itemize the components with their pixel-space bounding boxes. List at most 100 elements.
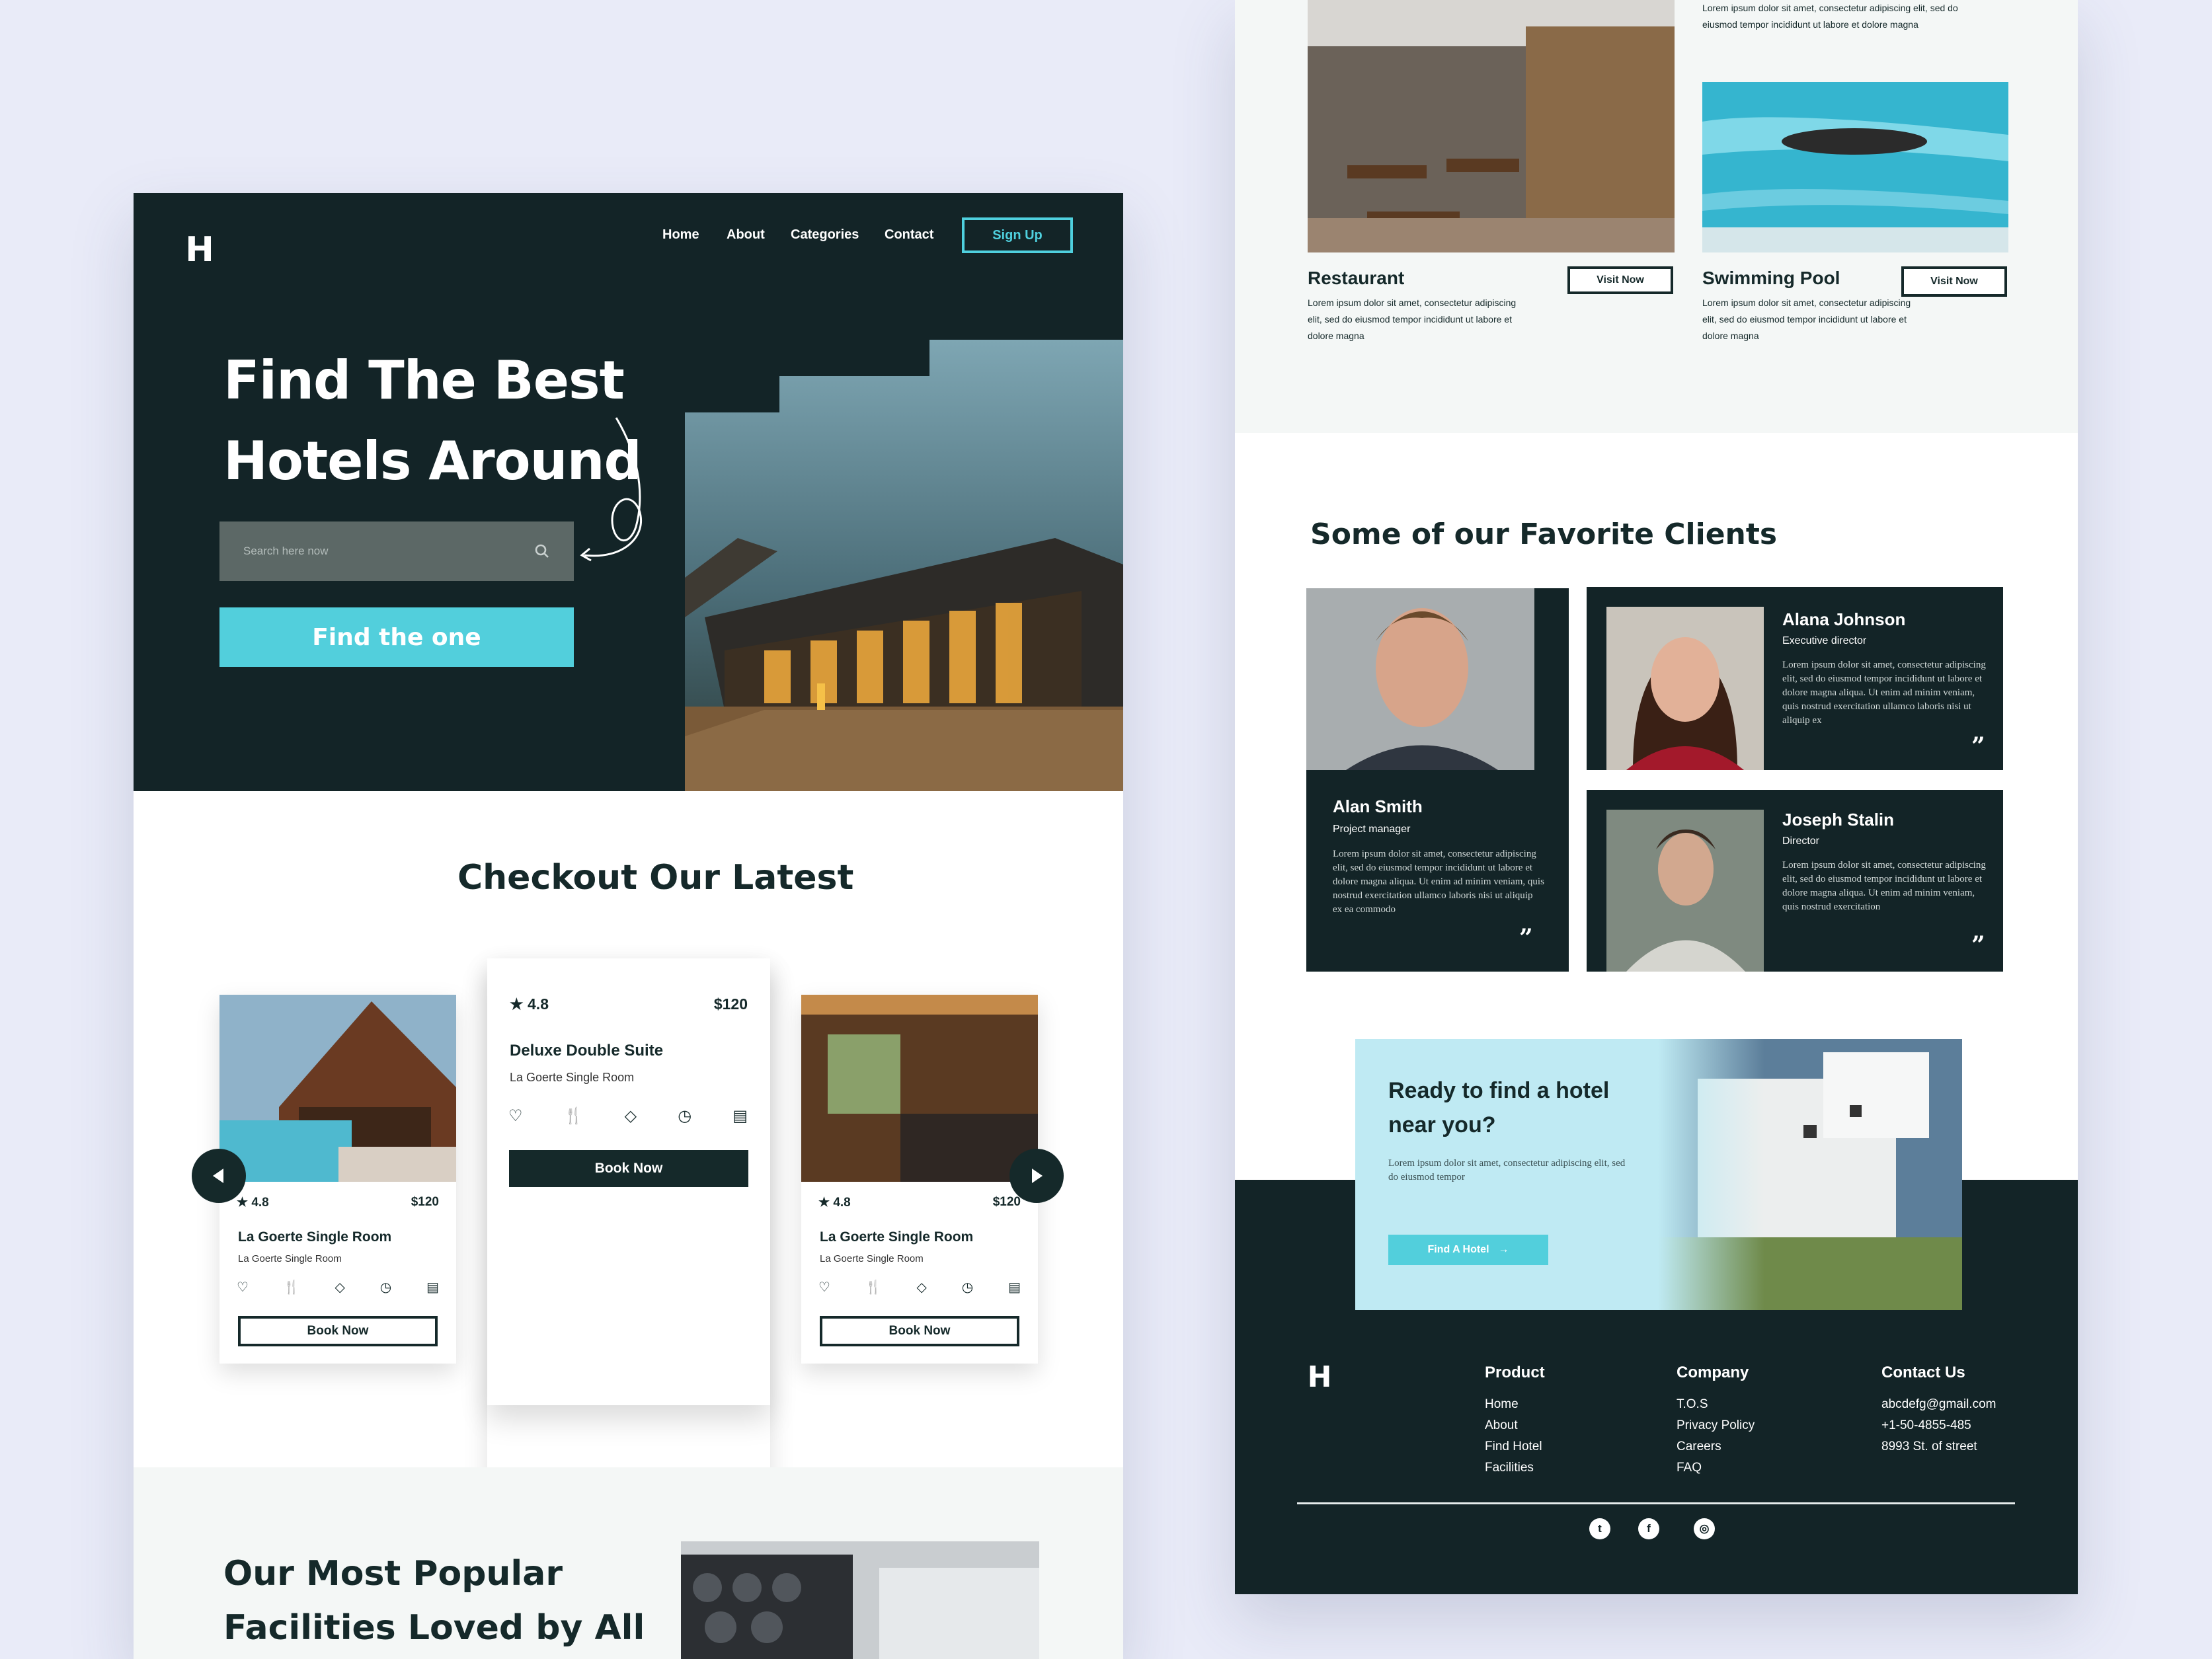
visit-now-button-restaurant[interactable]: Visit Now [1567,266,1673,294]
nav-home[interactable]: Home [662,227,699,243]
twitter-icon[interactable]: t [1589,1518,1610,1539]
facility-top-desc: Lorem ipsum dolor sit amet, consectetur … [1702,3,1958,30]
brand-logo[interactable]: H [182,230,217,270]
facilities-title-line1: Our Most Popular [223,1554,563,1594]
client-name: Alan Smith [1333,796,1423,816]
room-card-3-photo [801,995,1038,1182]
footer-link-home[interactable]: Home [1485,1394,1545,1415]
footer-link-about[interactable]: About [1485,1415,1545,1436]
find-a-hotel-label: Find A Hotel [1427,1244,1489,1255]
room-subtitle: La Goerte Single Room [820,1253,924,1264]
footer-col-title: Contact Us [1881,1364,1965,1381]
arrow-left-icon [213,1169,223,1183]
price: $120 [992,1195,1021,1209]
client-role: Executive director [1782,635,1867,646]
latest-section-title: Checkout Our Latest [457,858,854,898]
landing-page-right: Lorem ipsum dolor sit amet, consectetur … [1235,0,2078,1594]
footer-col-contact: Contact Us abcdefg@gmail.com +1-50-4855-… [1881,1364,1996,1457]
carousel-prev-button[interactable] [192,1149,246,1203]
footer-col-company: Company T.O.S Privacy Policy Careers FAQ [1677,1364,1755,1479]
footer-link-careers[interactable]: Careers [1677,1436,1755,1457]
diamond-icon: ◇ [335,1280,345,1295]
heart-icon[interactable]: ♡ [237,1279,249,1295]
amenity-icons: ♡ 🍴 ◇ ◷ ▤ [818,1279,1021,1295]
footer-link-tos[interactable]: T.O.S [1677,1394,1755,1415]
diamond-icon: ◇ [916,1280,927,1295]
hero-hotel-photo [685,340,1123,791]
clock-icon: ◷ [678,1107,692,1125]
client-role: Director [1782,835,1820,847]
quote-mark-icon: ” [1519,924,1533,952]
room-subtitle: La Goerte Single Room [238,1253,342,1264]
room-card-1-photo [219,995,456,1182]
visit-now-button-pool[interactable]: Visit Now [1901,266,2007,297]
book-now-button[interactable]: Book Now [238,1316,438,1346]
nav-contact[interactable]: Contact [885,227,933,243]
cta-desc: Lorem ipsum dolor sit amet, consectetur … [1388,1158,1626,1182]
footer-link-privacy[interactable]: Privacy Policy [1677,1415,1755,1436]
room-title: La Goerte Single Room [820,1229,974,1245]
client-role: Project manager [1333,824,1411,835]
book-now-button[interactable]: Book Now [820,1316,1019,1346]
client-photo-alan [1306,588,1534,770]
client-photo-joseph [1606,810,1764,972]
footer-col-title: Product [1485,1364,1545,1381]
room-card-1[interactable]: ★ 4.8 $120 La Goerte Single Room La Goer… [219,995,456,1364]
room-subtitle: La Goerte Single Room [510,1071,635,1084]
facility-desc-restaurant: Lorem ipsum dolor sit amet, consectetur … [1308,297,1517,341]
find-the-one-button[interactable]: Find the one [219,607,574,667]
price: $120 [713,995,748,1013]
footer-link-facilities[interactable]: Facilities [1485,1457,1545,1479]
clock-icon: ◷ [379,1280,392,1295]
footer-logo[interactable]: H [1302,1360,1337,1394]
facility-title-pool: Swimming Pool [1702,268,1840,288]
client-card-alana: Alana Johnson Executive director Lorem i… [1587,587,2003,770]
hero-search-input[interactable]: Search here now [219,521,574,581]
heart-icon[interactable]: ♡ [818,1279,830,1295]
fork-knife-icon: 🍴 [865,1280,882,1295]
facilities-section: Our Most Popular Facilities Loved by All [134,1467,1123,1659]
footer-col-title: Company [1677,1364,1749,1381]
client-quote: Lorem ipsum dolor sit amet, consectetur … [1782,860,1986,912]
cta-house-photo [1658,1039,1962,1310]
carousel-next-button[interactable] [1009,1149,1064,1203]
find-a-hotel-button[interactable]: Find A Hotel → [1388,1235,1548,1265]
rating: ★ 4.8 [510,995,549,1013]
search-icon[interactable] [534,543,550,559]
client-quote: Lorem ipsum dolor sit amet, consectetur … [1333,849,1544,915]
search-placeholder: Search here now [243,545,329,557]
hero-section: H Home About Categories Contact Sign Up … [134,193,1123,791]
nav-categories[interactable]: Categories [791,227,859,243]
footer-link-faq[interactable]: FAQ [1677,1457,1755,1479]
nav-about[interactable]: About [727,227,765,243]
signup-button[interactable]: Sign Up [962,217,1073,253]
chat-icon: ▤ [732,1107,748,1125]
fork-knife-icon: 🍴 [563,1107,584,1125]
room-card-3[interactable]: ★ 4.8 $120 La Goerte Single Room La Goer… [801,995,1038,1364]
facility-title-restaurant: Restaurant [1308,268,1405,288]
client-quote: Lorem ipsum dolor sit amet, consectetur … [1782,660,1986,726]
client-card-alan: Alan Smith Project manager Lorem ipsum d… [1306,588,1569,972]
footer-contact-phone[interactable]: +1-50-4855-485 [1881,1415,1996,1436]
rating: ★ 4.8 [237,1196,269,1210]
footer-col-product: Product Home About Find Hotel Facilities [1485,1364,1545,1479]
footer-contact-email[interactable]: abcdefg@gmail.com [1881,1394,1996,1415]
arrow-right-icon: → [1498,1244,1509,1255]
room-card-2-body[interactable]: ★ 4.8 $120 Deluxe Double Suite La Goerte… [487,958,770,1405]
book-now-button[interactable]: Book Now [509,1150,748,1187]
gym-photo [681,1541,1039,1659]
footer-link-find-hotel[interactable]: Find Hotel [1485,1436,1545,1457]
client-card-joseph: Joseph Stalin Director Lorem ipsum dolor… [1587,790,2003,972]
hero-title-line1: Find The Best [223,350,625,411]
facility-desc-pool: Lorem ipsum dolor sit amet, consectetur … [1702,297,1911,341]
facebook-icon[interactable]: f [1638,1518,1659,1539]
price: $120 [411,1195,439,1209]
client-name: Alana Johnson [1782,609,1906,629]
instagram-icon[interactable]: ◎ [1694,1518,1715,1539]
footer-contact-address: 8993 St. of street [1881,1440,1977,1453]
restaurant-photo [1308,0,1675,252]
facilities-title-line2: Facilities Loved by All [223,1608,645,1648]
landing-page-left: H Home About Categories Contact Sign Up … [134,193,1123,1659]
rating: ★ 4.8 [818,1196,851,1210]
heart-icon[interactable]: ♡ [508,1106,523,1126]
